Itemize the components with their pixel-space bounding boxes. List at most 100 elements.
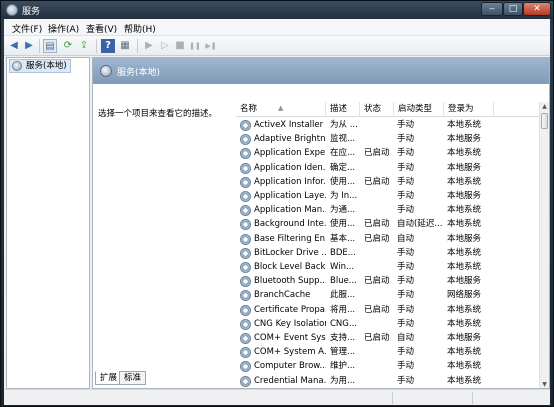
table-row[interactable]: Application Man... 为通... 手动 本地系统	[236, 203, 539, 217]
service-gear-icon	[240, 290, 251, 302]
service-name: COM+ System A...	[254, 347, 326, 358]
table-row[interactable]: Application Laye... 为 In... 手动 本地服务	[236, 189, 539, 203]
service-startup-type: 手动	[397, 262, 415, 272]
table-row[interactable]: CNG Key Isolation CNG... 手动 本地系统	[236, 317, 539, 331]
column-header-description[interactable]: 描述	[326, 102, 360, 117]
service-startup-type: 手动	[397, 191, 415, 201]
toolbar-separator	[39, 39, 40, 53]
details-header: 服务(本地)	[93, 58, 549, 84]
service-description-cell: 将用...	[330, 304, 356, 315]
service-description-cell: CNG...	[330, 318, 357, 329]
stop-service-icon[interactable]: ■	[173, 39, 187, 53]
table-row[interactable]: Bluetooth Supp... Blue... 已启动 手动 本地服务	[236, 274, 539, 288]
service-description-cell: 为 In...	[330, 191, 358, 201]
service-gear-icon	[240, 191, 251, 202]
service-name: BitLocker Drive ...	[254, 247, 326, 258]
pause-service-icon[interactable]: ❚❚	[188, 39, 202, 53]
table-row[interactable]: Adaptive Brightn... 监视... 手动 本地服务	[236, 132, 539, 146]
column-header-status[interactable]: 状态	[360, 102, 394, 117]
service-description-cell: 为通...	[330, 205, 356, 216]
title-bar[interactable]: 服务 ‒ □ ✕	[1, 1, 553, 19]
service-log-on-as: 本地服务	[447, 191, 482, 201]
service-description: 选择一个项目来查看它的描述。	[98, 109, 218, 119]
table-row[interactable]: Application Iden... 确定... 手动 本地服务	[236, 161, 539, 175]
scroll-thumb[interactable]	[541, 113, 548, 129]
service-startup-type: 手动	[397, 347, 415, 358]
service-name: Adaptive Brightn...	[254, 134, 326, 145]
service-name: Application Expe...	[254, 148, 326, 159]
service-name: Certificate Propa...	[254, 304, 326, 315]
service-description-cell: 为从 ...	[330, 120, 358, 130]
service-gear-icon	[240, 134, 251, 146]
export-list-icon[interactable]: ⇪	[77, 39, 91, 53]
forward-icon[interactable]: ▶	[22, 39, 36, 53]
show-tree-icon[interactable]: ▤	[43, 39, 57, 53]
table-row[interactable]: BranchCache 此服... 手动 网络服务	[236, 288, 539, 302]
tab-extended[interactable]: 扩展	[95, 371, 123, 385]
minimize-button[interactable]: ‒	[481, 2, 503, 16]
service-description-cell: 基本...	[330, 233, 356, 244]
maximize-button[interactable]: □	[503, 2, 523, 16]
service-name: Application Infor...	[254, 176, 326, 187]
table-row[interactable]: Certificate Propa... 将用... 已启动 手动 本地系统	[236, 303, 539, 317]
back-icon[interactable]: ◀	[7, 39, 21, 53]
table-row[interactable]: Base Filtering En... 基本... 已启动 自动 本地服务	[236, 232, 539, 246]
close-button[interactable]: ✕	[523, 2, 551, 16]
service-name: Application Man...	[254, 205, 326, 216]
service-startup-type: 手动	[397, 276, 415, 287]
service-description-cell: 使用...	[330, 219, 356, 230]
status-bar	[4, 389, 550, 405]
service-status: 已启动	[364, 304, 390, 315]
tree-item-services-local[interactable]: 服务(本地)	[9, 59, 71, 73]
help-icon[interactable]: ?	[101, 39, 115, 53]
service-description-cell: Blue...	[330, 276, 357, 287]
service-gear-icon	[240, 318, 251, 330]
refresh-icon[interactable]: ⟳	[61, 39, 75, 53]
scroll-up-icon[interactable]: ▲	[540, 102, 549, 112]
menu-file[interactable]: 文件(F)	[12, 22, 42, 35]
service-startup-type: 手动	[397, 162, 415, 173]
service-status: 已启动	[364, 219, 390, 230]
menu-action[interactable]: 操作(A)	[48, 22, 79, 35]
service-log-on-as: 本地系统	[447, 262, 482, 272]
menu-help[interactable]: 帮助(H)	[124, 22, 156, 35]
service-startup-type: 手动	[397, 148, 415, 159]
table-row[interactable]: ActiveX Installer ... 为从 ... 手动 本地系统	[236, 118, 539, 132]
menu-view[interactable]: 查看(V)	[86, 22, 117, 35]
console-tree: 服务(本地)	[6, 57, 90, 389]
start-service-alt-icon[interactable]: ▷	[158, 39, 172, 53]
service-startup-type: 手动	[397, 134, 415, 145]
service-name: BranchCache	[254, 290, 311, 301]
vertical-scrollbar[interactable]: ▲ ▼	[539, 102, 549, 388]
restart-service-icon[interactable]: ▶❚	[204, 39, 218, 53]
service-gear-icon	[240, 162, 251, 174]
service-description-cell: 管理...	[330, 347, 356, 358]
service-gear-icon	[240, 247, 251, 259]
table-row[interactable]: COM+ Event Sys... 支持... 已启动 自动 本地服务	[236, 331, 539, 345]
service-startup-type: 手动	[397, 304, 415, 315]
table-row[interactable]: Application Infor... 使用... 已启动 手动 本地系统	[236, 175, 539, 189]
column-header-startup-type[interactable]: 启动类型	[394, 102, 444, 117]
service-log-on-as: 本地服务	[447, 333, 482, 343]
column-header-log-on-as[interactable]: 登录为	[444, 102, 494, 117]
table-row[interactable]: Block Level Back... Win... 手动 本地系统	[236, 260, 539, 274]
service-gear-icon	[240, 333, 251, 344]
properties-icon[interactable]: ▦	[118, 39, 132, 53]
table-row[interactable]: COM+ System A... 管理... 手动 本地系统	[236, 345, 539, 359]
menu-bar: 文件(F) 操作(A) 查看(V) 帮助(H)	[4, 19, 550, 36]
service-status: 已启动	[364, 176, 390, 187]
table-row[interactable]: Background Inte... 使用... 已启动 自动(延迟... 本地系统	[236, 217, 539, 231]
start-service-icon[interactable]: ▶	[142, 39, 156, 53]
service-name: Block Level Back...	[254, 262, 326, 272]
service-name: Background Inte...	[254, 219, 326, 230]
service-name: CNG Key Isolation	[254, 318, 326, 329]
service-startup-type: 自动(延迟...	[397, 219, 443, 230]
service-log-on-as: 本地系统	[447, 247, 482, 258]
service-name: Application Iden...	[254, 162, 326, 173]
service-description-cell: 支持...	[330, 333, 356, 343]
tab-standard[interactable]: 标准	[119, 371, 147, 385]
table-row[interactable]: BitLocker Drive ... BDE... 手动 本地系统	[236, 246, 539, 260]
service-log-on-as: 本地系统	[447, 120, 482, 130]
table-row[interactable]: Application Expe... 在应... 已启动 手动 本地系统	[236, 146, 539, 160]
column-header-name[interactable]: 名称 ▲	[236, 102, 326, 117]
